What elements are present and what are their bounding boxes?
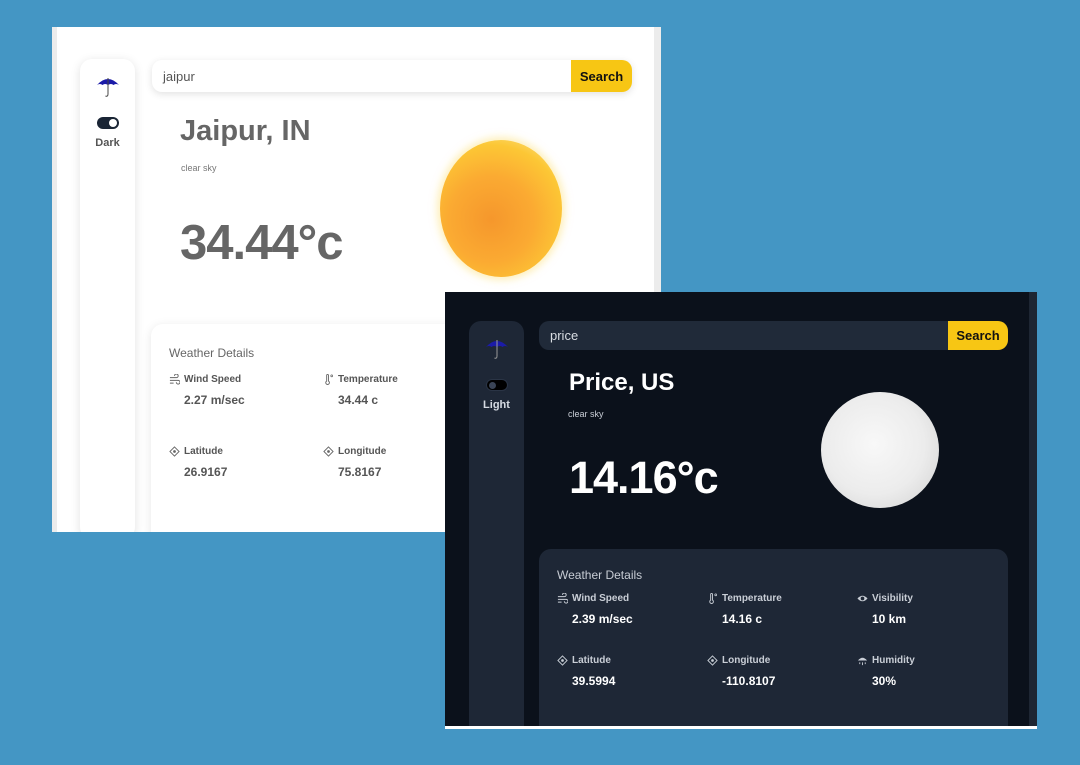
wind-icon: [557, 593, 568, 604]
detail-value: 75.8167: [338, 465, 382, 479]
detail-visibility: Visibility 10 km: [857, 593, 913, 626]
detail-value: -110.8107: [722, 674, 776, 688]
detail-latitude: Latitude 39.5994: [557, 655, 615, 688]
city-name: Price, US: [569, 369, 675, 396]
city-name: Jaipur, IN: [180, 115, 311, 147]
weather-description: clear sky: [568, 409, 604, 419]
search-bar: price Search: [539, 321, 1008, 350]
detail-latitude: Latitude 26.9167: [169, 446, 227, 479]
detail-label: Longitude: [722, 655, 771, 666]
card-title: Weather Details: [169, 346, 255, 360]
detail-label: Latitude: [184, 446, 223, 457]
search-input[interactable]: price: [539, 321, 948, 350]
detail-value: 39.5994: [572, 674, 616, 688]
detail-value: 34.44 c: [338, 393, 379, 407]
theme-label: Dark: [95, 137, 120, 149]
detail-value: 26.9167: [184, 465, 228, 479]
temperature-value: 14.16°c: [569, 452, 719, 503]
location-icon: [323, 446, 334, 457]
detail-wind-speed: Wind Speed 2.27 m/sec: [169, 374, 245, 407]
detail-label: Visibility: [872, 593, 913, 604]
weather-details-card: Weather Details Wind Speed 2.27 m/sec Te…: [151, 324, 471, 532]
detail-wind-speed: Wind Speed 2.39 m/sec: [557, 593, 633, 626]
location-icon: [557, 655, 568, 666]
umbrella-logo-icon: [96, 78, 119, 97]
temperature-value: 34.44°c: [180, 216, 343, 270]
card-title: Weather Details: [557, 568, 643, 582]
thermometer-icon: [325, 374, 333, 385]
detail-value: 14.16 c: [722, 612, 763, 626]
moon-icon: [821, 392, 939, 508]
theme-toggle[interactable]: [96, 117, 119, 129]
weather-details-card: Weather Details Wind Speed 2.39 m/sec Te…: [539, 549, 1008, 726]
sidebar: Light: [469, 321, 524, 726]
detail-humidity: Humidity 30%: [857, 655, 915, 688]
detail-temperature: Temperature 14.16 c: [707, 593, 782, 626]
window-edge: [52, 27, 57, 532]
detail-label: Humidity: [872, 655, 915, 666]
theme-toggle[interactable]: [485, 379, 508, 391]
detail-value: 2.27 m/sec: [184, 393, 245, 407]
detail-longitude: Longitude -110.8107: [707, 655, 775, 688]
search-button[interactable]: Search: [571, 60, 632, 92]
detail-longitude: Longitude 75.8167: [323, 446, 386, 479]
thermometer-icon: [709, 593, 717, 604]
detail-value: 30%: [872, 674, 897, 688]
theme-label: Light: [483, 399, 510, 411]
sun-icon: [440, 140, 562, 277]
dark-mode-window: Light price Search Price, US clear sky 1…: [445, 292, 1037, 729]
umbrella-logo-icon: [485, 340, 508, 359]
detail-label: Wind Speed: [184, 374, 242, 385]
search-bar: jaipur Search: [152, 60, 632, 92]
wind-icon: [169, 374, 180, 385]
humidity-icon: [857, 657, 868, 666]
location-icon: [169, 446, 180, 457]
detail-value: 10 km: [872, 612, 907, 626]
search-button[interactable]: Search: [948, 321, 1008, 350]
detail-label: Temperature: [722, 593, 782, 604]
detail-label: Temperature: [338, 374, 398, 385]
weather-description: clear sky: [181, 163, 217, 173]
detail-label: Wind Speed: [572, 593, 630, 604]
detail-label: Latitude: [572, 655, 611, 666]
detail-temperature: Temperature 34.44 c: [323, 374, 398, 407]
scrollbar[interactable]: [1029, 292, 1037, 726]
search-input[interactable]: jaipur: [152, 60, 571, 92]
eye-icon: [857, 595, 868, 602]
detail-label: Longitude: [338, 446, 387, 457]
detail-value: 2.39 m/sec: [572, 612, 633, 626]
sidebar: Dark: [80, 59, 135, 532]
location-icon: [707, 655, 718, 666]
